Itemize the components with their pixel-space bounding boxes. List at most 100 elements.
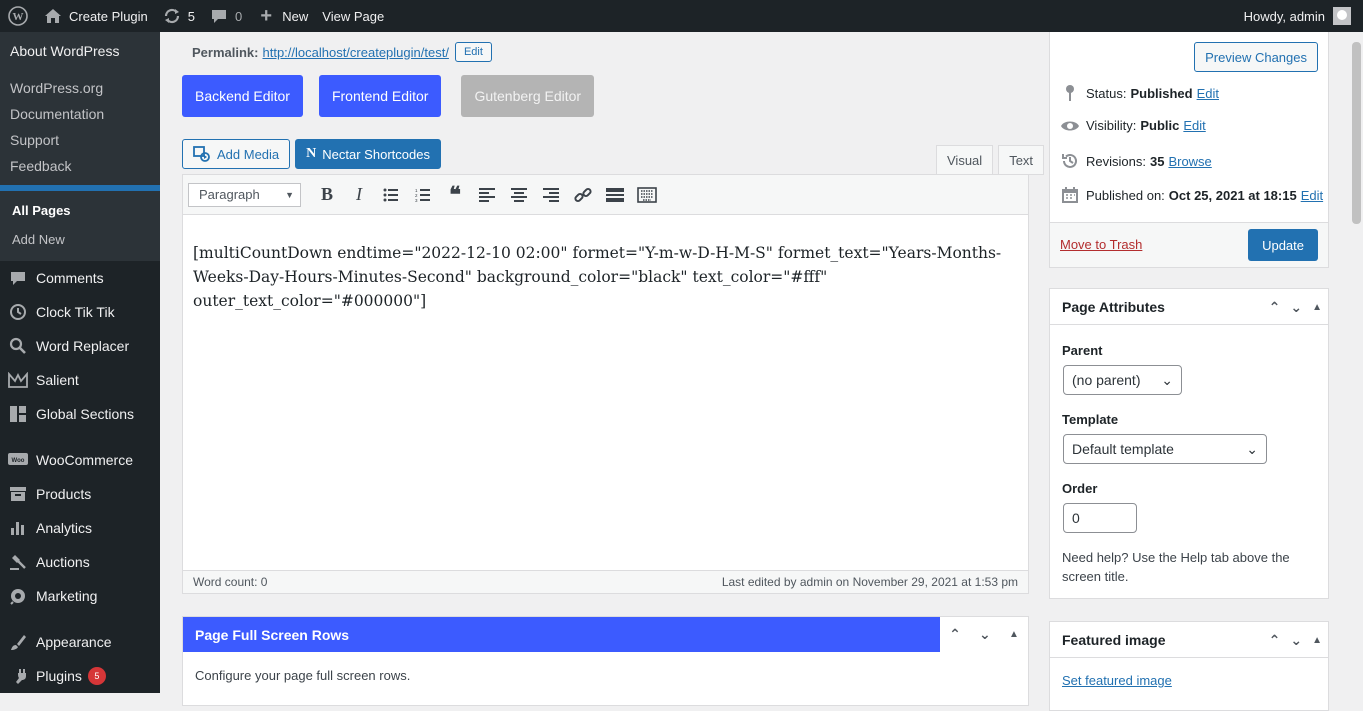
box-controls: ⌃ ⌄ ▲ bbox=[1269, 289, 1322, 325]
sidebar-item-global-sections[interactable]: Global Sections bbox=[0, 397, 160, 431]
move-to-trash-link[interactable]: Move to Trash bbox=[1060, 237, 1142, 252]
toolbar-toggle-icon[interactable] bbox=[631, 181, 663, 209]
brush-icon bbox=[8, 632, 28, 652]
sidebar-item-woocommerce[interactable]: Woo WooCommerce bbox=[0, 443, 160, 477]
chevron-down-icon[interactable]: ⌄ bbox=[1290, 632, 1302, 649]
page-attributes-title: Page Attributes bbox=[1062, 298, 1165, 315]
sidebar-item-feedback[interactable]: Feedback bbox=[0, 153, 160, 179]
frontend-editor-button[interactable]: Frontend Editor bbox=[318, 75, 442, 117]
sidebar-item-label: Word Replacer bbox=[36, 338, 130, 354]
collapse-triangle-icon[interactable]: ▲ bbox=[1312, 635, 1322, 646]
admin-sidebar: About WordPress WordPress.org Documentat… bbox=[0, 32, 160, 693]
gutenberg-editor-button[interactable]: Gutenberg Editor bbox=[461, 75, 595, 117]
update-button[interactable]: Update bbox=[1248, 229, 1318, 261]
chevron-down-icon[interactable]: ⌄ bbox=[1290, 299, 1302, 316]
format-select[interactable]: Paragraph ▼ bbox=[188, 182, 301, 207]
sidebar-item-auctions[interactable]: Auctions bbox=[0, 545, 160, 579]
sidebar-item-products[interactable]: Products bbox=[0, 477, 160, 511]
italic-icon[interactable]: I bbox=[343, 181, 375, 209]
tab-text[interactable]: Text bbox=[998, 145, 1045, 175]
wp-logo-button[interactable]: W bbox=[0, 0, 36, 32]
svg-text:3: 3 bbox=[415, 198, 418, 202]
updates-link[interactable]: 5 bbox=[155, 0, 202, 32]
blockquote-icon[interactable]: ❝ bbox=[439, 181, 471, 209]
sidebar-item-support[interactable]: Support bbox=[0, 127, 160, 153]
permalink-label: Permalink: bbox=[192, 44, 259, 60]
align-center-icon[interactable] bbox=[503, 181, 535, 209]
sidebar-item-marketing[interactable]: Marketing bbox=[0, 579, 160, 613]
chevron-up-icon[interactable]: ⌃ bbox=[949, 626, 961, 643]
nectar-shortcodes-button[interactable]: N Nectar Shortcodes bbox=[295, 139, 441, 169]
sidebar-item-appearance[interactable]: Appearance bbox=[0, 625, 160, 659]
comments-link[interactable]: 0 bbox=[202, 0, 249, 32]
sidebar-item-label: Appearance bbox=[36, 634, 112, 650]
chevron-up-icon[interactable]: ⌃ bbox=[1269, 299, 1281, 316]
my-account[interactable]: Howdy, admin bbox=[1244, 7, 1363, 25]
sidebar-item-all-pages[interactable]: All Pages bbox=[0, 196, 160, 225]
page-scrollbar[interactable] bbox=[1351, 32, 1363, 693]
sidebar-item-label: Plugins bbox=[36, 668, 82, 684]
status-label: Status: bbox=[1086, 85, 1127, 101]
sidebar-item-documentation[interactable]: Documentation bbox=[0, 101, 160, 127]
permalink-edit-button[interactable]: Edit bbox=[454, 42, 492, 62]
template-value: Default template bbox=[1072, 441, 1174, 457]
wordpress-logo-icon: W bbox=[8, 6, 28, 26]
status-edit-link[interactable]: Edit bbox=[1197, 86, 1219, 101]
permalink-row: Permalink: http://localhost/createplugin… bbox=[192, 42, 492, 62]
visibility-edit-link[interactable]: Edit bbox=[1183, 118, 1205, 133]
scrollbar-thumb[interactable] bbox=[1352, 42, 1361, 224]
page-attributes-header[interactable]: Page Attributes ⌃ ⌄ ▲ bbox=[1050, 289, 1328, 325]
full-screen-rows-header[interactable]: Page Full Screen Rows ⌃ ⌄ ▲ bbox=[183, 617, 1028, 652]
featured-image-header[interactable]: Featured image ⌃ ⌄ ▲ bbox=[1050, 622, 1328, 658]
new-content-link[interactable]: + New bbox=[249, 0, 315, 32]
search-icon bbox=[8, 336, 28, 356]
published-edit-link[interactable]: Edit bbox=[1301, 188, 1323, 203]
updates-icon bbox=[162, 6, 182, 26]
link-icon[interactable] bbox=[567, 181, 599, 209]
status-value: Published bbox=[1130, 85, 1193, 101]
preview-changes-button[interactable]: Preview Changes bbox=[1194, 42, 1318, 72]
numbered-list-icon[interactable]: 123 bbox=[407, 181, 439, 209]
published-label: Published on: bbox=[1086, 187, 1165, 203]
wp-links-submenu: WordPress.org Documentation Support Feed… bbox=[0, 69, 160, 185]
media-buttons: Add Media N Nectar Shortcodes bbox=[182, 139, 441, 169]
pages-submenu: All Pages Add New bbox=[0, 191, 160, 261]
order-input[interactable]: 0 bbox=[1063, 503, 1137, 533]
sidebar-item-comments[interactable]: Comments bbox=[0, 261, 160, 295]
backend-editor-button[interactable]: Backend Editor bbox=[182, 75, 303, 117]
add-media-button[interactable]: Add Media bbox=[182, 139, 291, 169]
bold-icon[interactable]: B bbox=[311, 181, 343, 209]
editor-content[interactable]: [multiCountDown endtime="2022-12-10 02:0… bbox=[183, 215, 1028, 313]
revisions-value: 35 bbox=[1149, 153, 1165, 169]
sidebar-item-salient[interactable]: Salient bbox=[0, 363, 160, 397]
sidebar-item-word-replacer[interactable]: Word Replacer bbox=[0, 329, 160, 363]
sidebar-item-plugins[interactable]: Plugins 5 bbox=[0, 659, 160, 693]
sidebar-item-clock-tik-tik[interactable]: Clock Tik Tik bbox=[0, 295, 160, 329]
sidebar-item-label: Analytics bbox=[36, 520, 93, 536]
align-left-icon[interactable] bbox=[471, 181, 503, 209]
collapse-triangle-icon[interactable]: ▲ bbox=[1009, 629, 1019, 640]
parent-select[interactable]: (no parent) ⌄ bbox=[1063, 365, 1182, 395]
permalink-url[interactable]: http://localhost/createplugin/test/ bbox=[262, 45, 448, 60]
bullet-list-icon[interactable] bbox=[375, 181, 407, 209]
revisions-browse-link[interactable]: Browse bbox=[1168, 154, 1211, 169]
collapse-triangle-icon[interactable]: ▲ bbox=[1312, 302, 1322, 313]
sidebar-item-analytics[interactable]: Analytics bbox=[0, 511, 160, 545]
order-label: Order bbox=[1062, 481, 1098, 496]
set-featured-image-link[interactable]: Set featured image bbox=[1062, 673, 1172, 688]
media-icon bbox=[193, 146, 211, 162]
sidebar-item-wordpress-org[interactable]: WordPress.org bbox=[0, 75, 160, 101]
template-select[interactable]: Default template ⌄ bbox=[1063, 434, 1267, 464]
sidebar-item-add-new[interactable]: Add New bbox=[0, 225, 160, 254]
align-right-icon[interactable] bbox=[535, 181, 567, 209]
chevron-up-icon[interactable]: ⌃ bbox=[1269, 632, 1281, 649]
view-page-link[interactable]: View Page bbox=[315, 0, 391, 32]
tab-visual[interactable]: Visual bbox=[936, 145, 994, 175]
svg-text:Woo: Woo bbox=[12, 458, 25, 464]
read-more-icon[interactable] bbox=[599, 181, 631, 209]
chevron-down-icon[interactable]: ⌄ bbox=[979, 626, 991, 643]
help-text: Need help? Use the Help tab above the sc… bbox=[1062, 550, 1290, 584]
page-attributes-box: Page Attributes ⌃ ⌄ ▲ Parent (no parent)… bbox=[1049, 288, 1329, 599]
about-wordpress-link[interactable]: About WordPress bbox=[0, 32, 160, 69]
site-name-link[interactable]: Create Plugin bbox=[36, 0, 155, 32]
